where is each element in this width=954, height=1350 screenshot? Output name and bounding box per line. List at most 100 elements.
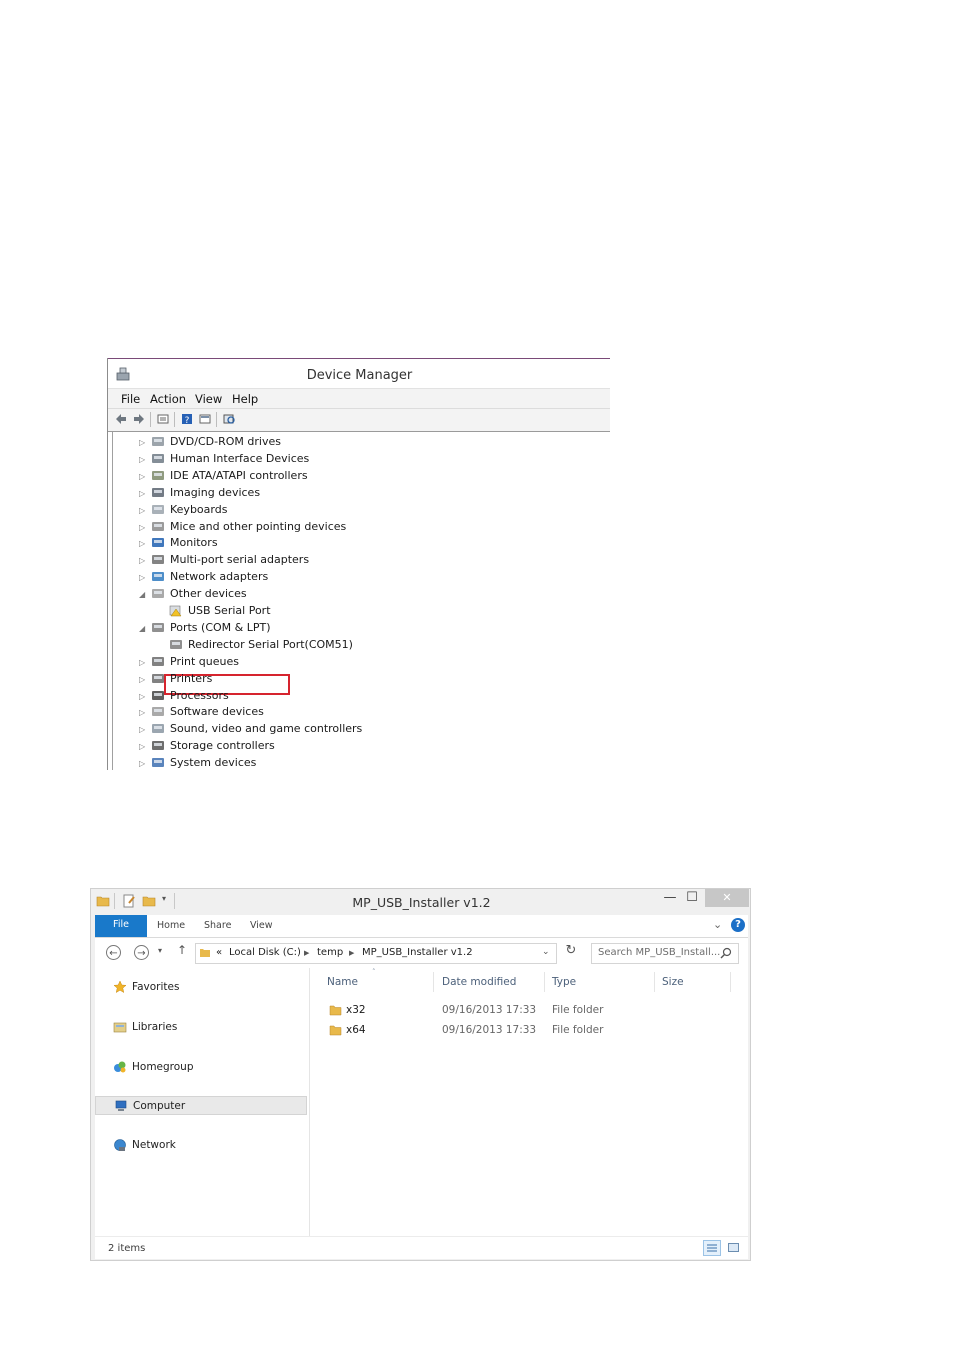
- expand-arrow-icon[interactable]: ▷: [139, 523, 145, 532]
- recent-locations-icon[interactable]: ▾: [158, 946, 162, 955]
- expand-arrow-icon[interactable]: ▷: [139, 539, 145, 548]
- chevron-right-icon[interactable]: ▶: [304, 949, 309, 957]
- tree-item-label: Monitors: [170, 536, 218, 550]
- nav-item-favorites[interactable]: Favorites: [95, 978, 307, 997]
- tree-item-label: IDE ATA/ATAPI controllers: [170, 468, 308, 482]
- ide-controller-icon: [152, 470, 164, 480]
- close-button[interactable]: ✕: [705, 889, 749, 907]
- file-name: x32: [346, 1004, 366, 1016]
- expand-arrow-icon[interactable]: ▷: [139, 692, 145, 701]
- expand-arrow-icon[interactable]: ▷: [139, 438, 145, 447]
- tree-item-label: USB Serial Port: [188, 604, 271, 617]
- tab-file[interactable]: File: [95, 915, 147, 937]
- help-icon[interactable]: ?: [181, 413, 193, 425]
- expand-arrow-icon[interactable]: ▷: [139, 759, 145, 768]
- search-input[interactable]: Search MP_USB_Install...: [591, 943, 739, 964]
- address-row: ← → ▾ ↑ « Local Disk (C:) ▶ temp ▶ MP_US…: [95, 938, 748, 968]
- menu-view[interactable]: View: [195, 392, 222, 406]
- sound-icon: [152, 724, 164, 734]
- file-date: 09/16/2013 17:33: [442, 1024, 537, 1036]
- expand-arrow-icon[interactable]: ▷: [139, 742, 145, 751]
- window-border: [107, 358, 108, 770]
- breadcrumb-current[interactable]: MP_USB_Installer v1.2: [362, 947, 473, 958]
- breadcrumb-overflow[interactable]: «: [216, 947, 222, 958]
- expand-arrow-icon[interactable]: ▷: [139, 725, 145, 734]
- tree-item-label: Print queues: [170, 654, 239, 668]
- tree-item-label: Sound, video and game controllers: [170, 722, 363, 736]
- help-icon[interactable]: ?: [731, 918, 745, 932]
- minimize-button[interactable]: —: [660, 889, 680, 907]
- expand-ribbon-icon[interactable]: ⌄: [713, 918, 722, 931]
- tab-home[interactable]: Home: [157, 920, 185, 931]
- tree-item-label: Storage controllers: [170, 739, 275, 753]
- column-header-size[interactable]: Size: [662, 976, 684, 988]
- serial-adapter-icon: [152, 555, 164, 565]
- camera-icon: [152, 487, 164, 497]
- tab-view[interactable]: View: [250, 920, 273, 931]
- menu-bar: File Action View Help: [108, 388, 610, 409]
- expand-arrow-icon[interactable]: ▷: [139, 455, 145, 464]
- file-name: x64: [346, 1024, 366, 1036]
- expand-arrow-icon[interactable]: ▷: [139, 506, 145, 515]
- network-adapter-icon: [152, 572, 164, 582]
- software-device-icon: [152, 707, 164, 717]
- chevron-right-icon[interactable]: ▶: [349, 949, 354, 957]
- nav-item-homegroup[interactable]: Homegroup: [95, 1058, 307, 1077]
- table-row[interactable]: x32 09/16/2013 17:33 File folder: [310, 1001, 748, 1021]
- device-tree: ▷ DVD/CD-ROM drives ▷ Human Interface Devic…: [112, 432, 610, 770]
- scan-hardware-icon[interactable]: [223, 413, 235, 425]
- tab-share[interactable]: Share: [204, 920, 231, 931]
- item-count: 2 items: [108, 1243, 146, 1254]
- column-header-date-modified[interactable]: Date modified: [442, 976, 516, 988]
- port-icon: [152, 622, 164, 632]
- expand-arrow-icon[interactable]: ▷: [139, 556, 145, 565]
- column-separator[interactable]: [654, 972, 655, 992]
- expand-arrow-icon[interactable]: ▷: [139, 472, 145, 481]
- expand-arrow-icon[interactable]: ▷: [139, 708, 145, 717]
- title-bar[interactable]: Device Manager: [108, 359, 610, 389]
- expand-arrow-icon[interactable]: ▷: [139, 658, 145, 667]
- tree-item-label: Mice and other pointing devices: [170, 519, 347, 533]
- nav-item-libraries[interactable]: Libraries: [95, 1018, 307, 1037]
- menu-action[interactable]: Action: [150, 392, 186, 406]
- chevron-down-icon[interactable]: ⌄: [542, 947, 550, 957]
- tree-item-label: Keyboards: [170, 502, 228, 516]
- expand-arrow-icon[interactable]: ▷: [139, 573, 145, 582]
- svg-text:?: ?: [185, 416, 190, 425]
- collapse-arrow-icon[interactable]: ◢: [139, 624, 145, 633]
- details-view-button[interactable]: [703, 1240, 721, 1256]
- breadcrumb-temp[interactable]: temp: [317, 947, 343, 958]
- column-header-type[interactable]: Type: [552, 976, 576, 988]
- nav-item-network[interactable]: Network: [95, 1136, 307, 1155]
- printer-icon: [152, 673, 164, 683]
- breadcrumb-local-disk[interactable]: Local Disk (C:): [229, 947, 301, 958]
- search-icon[interactable]: [720, 947, 732, 959]
- up-arrow-icon[interactable]: ↑: [177, 943, 187, 957]
- back-arrow-icon[interactable]: [115, 413, 127, 425]
- hid-icon: [152, 453, 164, 463]
- properties-icon[interactable]: [157, 413, 169, 425]
- refresh-icon[interactable]: ↻: [561, 943, 581, 962]
- address-bar[interactable]: « Local Disk (C:) ▶ temp ▶ MP_USB_Instal…: [195, 943, 557, 964]
- expand-arrow-icon[interactable]: ▷: [139, 675, 145, 684]
- table-row[interactable]: x64 09/16/2013 17:33 File folder: [310, 1021, 748, 1041]
- navigation-pane: Favorites Libraries Homegroup Computer N…: [95, 968, 310, 1236]
- view-details-icon[interactable]: [199, 413, 211, 425]
- nav-item-computer[interactable]: Computer: [95, 1096, 307, 1115]
- column-separator[interactable]: [544, 972, 545, 992]
- large-icons-view-button[interactable]: [724, 1240, 742, 1256]
- tree-item-label: Processors: [170, 688, 229, 702]
- system-device-icon: [152, 758, 164, 768]
- menu-file[interactable]: File: [121, 392, 140, 406]
- collapse-arrow-icon[interactable]: ◢: [139, 590, 145, 599]
- forward-button[interactable]: →: [134, 945, 149, 960]
- menu-help[interactable]: Help: [232, 392, 258, 406]
- expand-arrow-icon[interactable]: ▷: [139, 489, 145, 498]
- column-separator[interactable]: [730, 972, 731, 992]
- back-button[interactable]: ←: [106, 945, 121, 960]
- forward-arrow-icon[interactable]: [133, 413, 145, 425]
- maximize-button[interactable]: ☐: [682, 889, 702, 907]
- column-separator[interactable]: [433, 972, 434, 992]
- folder-icon: [329, 1025, 342, 1036]
- column-header-name[interactable]: Name: [327, 976, 358, 988]
